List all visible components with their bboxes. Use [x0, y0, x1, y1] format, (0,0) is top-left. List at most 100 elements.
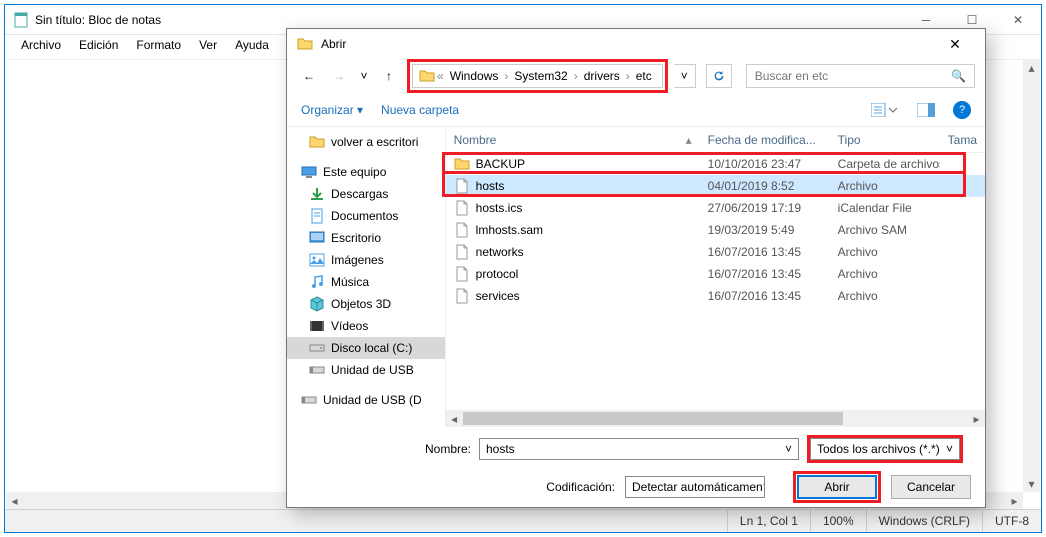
chevron-down-icon[interactable]: ˅: [785, 442, 792, 456]
tree-item-label: Este equipo: [323, 165, 386, 179]
help-button[interactable]: ?: [953, 101, 971, 119]
scroll-right-icon[interactable]: ▸: [1006, 492, 1023, 509]
scroll-up-icon[interactable]: ▴: [1023, 59, 1040, 76]
chevron-icon[interactable]: ›: [624, 69, 632, 83]
menu-view[interactable]: Ver: [191, 36, 225, 54]
tree-item[interactable]: Este equipo: [287, 161, 445, 183]
breadcrumb[interactable]: « Windows › System32 › drivers › etc: [412, 64, 663, 88]
tree-item[interactable]: Imágenes: [287, 249, 445, 271]
file-type: iCalendar File: [830, 201, 940, 215]
nav-tree[interactable]: volver a escritori Este equipo Descargas Do…: [287, 127, 446, 427]
scroll-right-icon[interactable]: ▸: [968, 410, 985, 427]
file-date: 04/01/2019 8:52: [700, 179, 830, 193]
view-mode-button[interactable]: [869, 99, 899, 121]
preview-pane-button[interactable]: [911, 99, 941, 121]
scroll-left-icon[interactable]: ◂: [6, 492, 23, 509]
desk-icon: [309, 230, 325, 246]
notepad-title: Sin título: Bloc de notas: [35, 13, 903, 27]
dialog-close-button[interactable]: ✕: [935, 36, 975, 53]
scrollbar-thumb[interactable]: [463, 412, 843, 425]
tree-item[interactable]: Música: [287, 271, 445, 293]
doc-icon: [309, 208, 325, 224]
chevron-icon[interactable]: ›: [502, 69, 510, 83]
tree-item[interactable]: Vídeos: [287, 315, 445, 337]
recent-dropdown[interactable]: ˅: [357, 64, 371, 88]
list-view-icon: [871, 103, 897, 117]
file-row[interactable]: services16/07/2016 13:45Archivo: [446, 285, 985, 307]
menu-file[interactable]: Archivo: [13, 36, 69, 54]
search-placeholder: Buscar en etc: [755, 69, 828, 83]
notepad-icon: [13, 12, 29, 28]
breadcrumb-highlight: « Windows › System32 › drivers › etc: [407, 59, 668, 93]
menu-format[interactable]: Formato: [128, 36, 189, 54]
breadcrumb-dropdown[interactable]: ˅: [674, 64, 696, 88]
file-row[interactable]: networks16/07/2016 13:45Archivo: [446, 241, 985, 263]
file-row[interactable]: hosts.ics27/06/2019 17:19iCalendar File: [446, 197, 985, 219]
cancel-button[interactable]: Cancelar: [891, 475, 971, 499]
file-type: Archivo: [830, 179, 940, 193]
chevron-icon[interactable]: «: [435, 69, 446, 83]
file-name: lmhosts.sam: [476, 223, 543, 237]
file-icon: [454, 288, 470, 304]
filename-value: hosts: [486, 442, 515, 456]
forward-button[interactable]: →: [327, 64, 351, 88]
tree-item[interactable]: Documentos: [287, 205, 445, 227]
tree-item[interactable]: Descargas: [287, 183, 445, 205]
tree-item-label: Documentos: [331, 209, 398, 223]
header-name[interactable]: Nombre▴: [446, 133, 700, 147]
chevron-icon[interactable]: ›: [572, 69, 580, 83]
tree-item[interactable]: Disco local (C:): [287, 337, 445, 359]
breadcrumb-seg[interactable]: System32: [510, 69, 571, 83]
scroll-down-icon[interactable]: ▾: [1023, 475, 1040, 492]
file-row[interactable]: BACKUP10/10/2016 23:47Carpeta de archivo…: [446, 153, 985, 175]
tree-item-label: Objetos 3D: [331, 297, 391, 311]
chevron-down-icon[interactable]: ˅: [946, 442, 953, 456]
dialog-titlebar[interactable]: Abrir ✕: [287, 29, 985, 59]
close-button[interactable]: ✕: [995, 5, 1041, 34]
tree-item[interactable]: Unidad de USB (D: [287, 389, 445, 411]
folder-icon: [309, 134, 325, 150]
open-dialog: Abrir ✕ ← → ˅ ↑ « Windows › System32 › d…: [286, 28, 986, 508]
file-row[interactable]: hosts 04/01/2019 8:52Archivo: [446, 175, 985, 197]
open-highlight: Abrir: [793, 471, 881, 503]
breadcrumb-seg[interactable]: Windows: [446, 69, 503, 83]
file-date: 10/10/2016 23:47: [700, 157, 830, 171]
breadcrumb-seg[interactable]: drivers: [580, 69, 624, 83]
encoding-select[interactable]: Detectar automáticamen ˅: [625, 476, 765, 498]
menu-edit[interactable]: Edición: [71, 36, 126, 54]
file-date: 16/07/2016 13:45: [700, 245, 830, 259]
file-icon: [454, 266, 470, 282]
breadcrumb-seg[interactable]: etc: [632, 69, 656, 83]
organize-button[interactable]: Organizar ▾: [301, 103, 363, 117]
header-date[interactable]: Fecha de modifica...: [700, 133, 830, 147]
down-icon: [309, 186, 325, 202]
menu-help[interactable]: Ayuda: [227, 36, 277, 54]
vertical-scrollbar[interactable]: ▴ ▾: [1023, 59, 1040, 492]
file-row[interactable]: lmhosts.sam19/03/2019 5:49Archivo SAM: [446, 219, 985, 241]
back-button[interactable]: ←: [297, 64, 321, 88]
file-name: hosts: [476, 179, 505, 193]
file-name: BACKUP: [476, 157, 525, 171]
tree-item[interactable]: volver a escritori: [287, 131, 445, 153]
new-folder-button[interactable]: Nueva carpeta: [381, 103, 459, 117]
file-row[interactable]: protocol16/07/2016 13:45Archivo: [446, 263, 985, 285]
filename-input[interactable]: hosts ˅: [479, 438, 799, 460]
folder-icon: [454, 156, 470, 172]
search-input[interactable]: Buscar en etc 🔍: [746, 64, 975, 88]
header-type[interactable]: Tipo: [830, 133, 940, 147]
search-icon[interactable]: 🔍: [951, 69, 966, 83]
filetype-select[interactable]: Todos los archivos (*.*) ˅: [810, 438, 960, 460]
list-hscrollbar[interactable]: ◂ ▸: [446, 410, 985, 427]
tree-item[interactable]: Unidad de USB: [287, 359, 445, 381]
chevron-down-icon[interactable]: ˅: [763, 480, 765, 494]
tree-item[interactable]: Escritorio: [287, 227, 445, 249]
tree-item[interactable]: Objetos 3D: [287, 293, 445, 315]
header-size[interactable]: Tama: [940, 133, 985, 147]
refresh-button[interactable]: [706, 64, 732, 88]
encoding-label: Codificación:: [546, 480, 615, 494]
up-button[interactable]: ↑: [377, 64, 401, 88]
folder-icon: [297, 36, 313, 52]
column-headers[interactable]: Nombre▴ Fecha de modifica... Tipo Tama: [446, 127, 985, 153]
open-button[interactable]: Abrir: [797, 475, 877, 499]
scroll-left-icon[interactable]: ◂: [446, 410, 463, 427]
